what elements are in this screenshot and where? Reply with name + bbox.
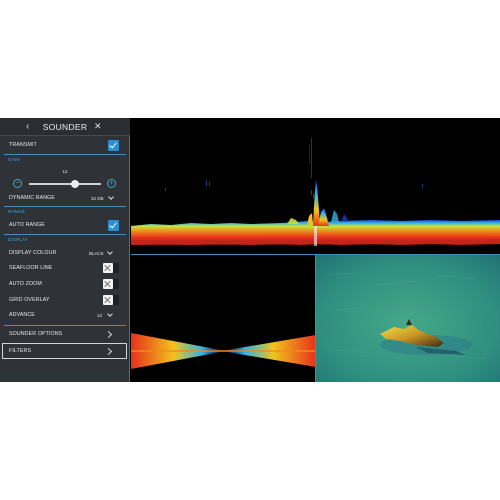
display-colour-value: BLACK	[89, 251, 104, 256]
plus-icon[interactable]: +	[107, 179, 116, 188]
sounder-options-label: SOUNDER OPTIONS	[9, 331, 63, 337]
header-divider	[0, 135, 130, 136]
close-icon[interactable]: ✕	[94, 121, 102, 132]
advance-label: ADVANCE	[9, 312, 35, 318]
auto-zoom-toggle-track	[113, 279, 119, 289]
gain-value: 12	[62, 169, 68, 174]
gain-section-label: GAIN	[8, 157, 20, 162]
grid-overlay-checkbox[interactable]	[103, 295, 113, 305]
range-section-label: RANGE	[8, 209, 26, 214]
back-chevron-icon[interactable]: ‹	[26, 121, 29, 132]
auto-zoom-checkbox[interactable]	[103, 279, 113, 289]
grid-overlay-label: GRID OVERLAY	[9, 297, 50, 303]
grid-overlay-toggle-track	[113, 295, 119, 305]
options-divider	[4, 325, 126, 326]
minus-icon[interactable]: −	[13, 179, 22, 188]
sidebar-title: SOUNDER	[42, 122, 88, 132]
dynamic-range-label: DYNAMIC RANGE	[9, 195, 56, 201]
gain-divider	[4, 154, 126, 155]
seafloor-line-toggle-track	[113, 263, 119, 273]
sidebar-header: ‹ SOUNDER ✕	[0, 118, 130, 135]
transmit-checkbox[interactable]	[108, 140, 119, 151]
filters-label: FILTERS	[9, 348, 32, 354]
transmit-label: TRANSMIT	[9, 142, 37, 148]
dynamic-range-value: 32 DB	[91, 196, 104, 201]
range-divider	[4, 206, 126, 207]
seafloor-line-checkbox[interactable]	[103, 263, 113, 273]
gain-slider-track[interactable]	[29, 183, 101, 185]
advance-value: 12	[97, 313, 103, 318]
display-colour-label: DISPLAY COLOUR	[9, 250, 57, 256]
auto-range-label: AUTO RANGE	[9, 222, 45, 228]
auto-zoom-label: AUTO ZOOM	[9, 281, 42, 287]
display-section-label: DISPLAY	[8, 237, 29, 242]
auto-range-checkbox[interactable]	[108, 220, 119, 231]
display-divider	[4, 234, 126, 235]
seafloor-line-label: SEAFLOOR LINE	[9, 265, 53, 271]
